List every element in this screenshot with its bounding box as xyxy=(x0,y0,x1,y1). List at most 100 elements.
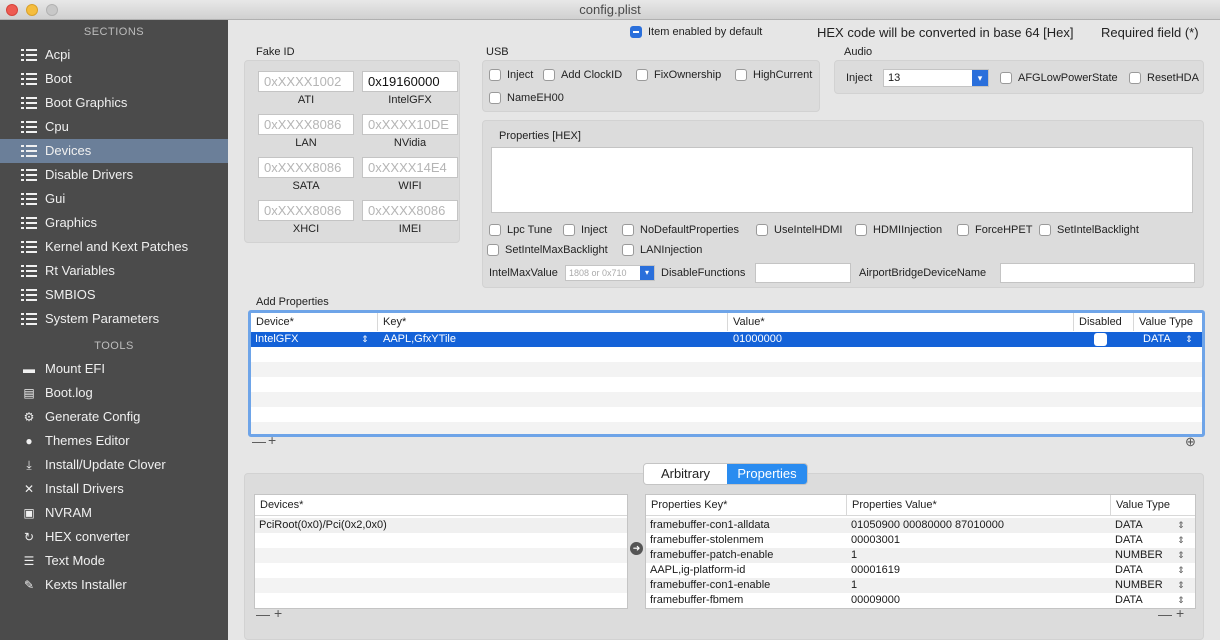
tool-item-install-update-clover[interactable]: ⤓ Install/Update Clover xyxy=(0,453,228,477)
tool-item-boot-log[interactable]: ▤ Boot.log xyxy=(0,381,228,405)
updown-icon[interactable]: ⇕ xyxy=(361,335,369,344)
setintelbacklight-checkbox[interactable]: SetIntelBacklight xyxy=(1039,224,1139,236)
column-properties-key[interactable]: Properties Key* xyxy=(646,495,847,516)
fake-id-imei-input[interactable]: 0xXXXX8086 xyxy=(362,200,458,221)
updown-icon[interactable]: ⇕ xyxy=(1177,536,1185,545)
usb-inject-checkbox[interactable]: Inject xyxy=(489,69,533,81)
tool-item-themes-editor[interactable]: ● Themes Editor xyxy=(0,429,228,453)
updown-icon[interactable]: ⇕ xyxy=(1177,566,1185,575)
sidebar-item-devices[interactable]: Devices xyxy=(0,139,228,163)
minimize-window-button[interactable] xyxy=(26,4,38,16)
column-disabled[interactable]: Disabled xyxy=(1074,313,1134,331)
sidebar-item-system-parameters[interactable]: System Parameters xyxy=(0,307,228,331)
fake-id-nvidia-input[interactable]: 0xXXXX10DE xyxy=(362,114,458,135)
table-row[interactable]: PciRoot(0x0)/Pci(0x2,0x0) xyxy=(255,518,627,533)
setintelmaxbacklight-checkbox[interactable]: SetIntelMaxBacklight xyxy=(487,244,608,256)
add-device-button[interactable]: + xyxy=(274,605,282,621)
column-value-type[interactable]: Value Type xyxy=(1134,313,1202,331)
nodefaultproperties-checkbox[interactable]: NoDefaultProperties xyxy=(622,224,739,236)
forcehpet-checkbox[interactable]: ForceHPET xyxy=(957,224,1032,236)
hdmiinjection-checkbox[interactable]: HDMIInjection xyxy=(855,224,942,236)
properties-table[interactable]: Properties Key* Properties Value* Value … xyxy=(645,494,1196,609)
column-key[interactable]: Key* xyxy=(378,313,728,331)
column-devices[interactable]: Devices* xyxy=(255,495,627,516)
usb-fixownership-checkbox[interactable]: FixOwnership xyxy=(636,69,721,81)
devices-table[interactable]: Devices* PciRoot(0x0)/Pci(0x2,0x0) xyxy=(254,494,628,609)
tool-item-mount-efi[interactable]: ▬ Mount EFI xyxy=(0,357,228,381)
list-icon xyxy=(20,48,38,62)
table-row[interactable]: framebuffer-con1-alldata 01050900 0008000… xyxy=(646,518,1195,533)
intelmaxvalue-select[interactable]: 1808 or 0x710 ▾ xyxy=(565,265,655,281)
close-window-button[interactable] xyxy=(6,4,18,16)
table-row[interactable]: framebuffer-fbmem 00009000 DATA ⇕ xyxy=(646,593,1195,608)
updown-icon[interactable]: ⇕ xyxy=(1177,551,1185,560)
laninjection-checkbox[interactable]: LANInjection xyxy=(622,244,702,256)
properties-inject-checkbox[interactable]: Inject xyxy=(563,224,607,236)
column-properties-type[interactable]: Value Type xyxy=(1111,495,1195,516)
table-row[interactable]: framebuffer-con1-enable 1 NUMBER ⇕ xyxy=(646,578,1195,593)
table-row[interactable]: framebuffer-patch-enable 1 NUMBER ⇕ xyxy=(646,548,1195,563)
zoom-window-button[interactable] xyxy=(46,4,58,16)
table-row[interactable]: AAPL,ig-platform-id 00001619 DATA ⇕ xyxy=(646,563,1195,578)
sidebar-item-boot[interactable]: Boot xyxy=(0,67,228,91)
updown-icon[interactable]: ⇕ xyxy=(1177,521,1185,530)
audio-inject-select[interactable]: 13 ▾ xyxy=(883,69,989,87)
updown-icon[interactable]: ⇕ xyxy=(1177,581,1185,590)
table-row[interactable]: framebuffer-stolenmem 00003001 DATA ⇕ xyxy=(646,533,1195,548)
tool-item-generate-config[interactable]: ⚙ Generate Config xyxy=(0,405,228,429)
sidebar-item-label: Acpi xyxy=(45,47,71,62)
airportbridge-input[interactable] xyxy=(1000,263,1195,283)
updown-icon[interactable]: ⇕ xyxy=(1177,596,1185,605)
resize-icon[interactable]: ⊕ xyxy=(1185,434,1196,450)
tool-item-hex-converter[interactable]: ↻ HEX converter xyxy=(0,525,228,549)
sidebar-item-acpi[interactable]: Acpi xyxy=(0,43,228,67)
sidebar-item-disable-drivers[interactable]: Disable Drivers xyxy=(0,163,228,187)
segment-properties[interactable]: Properties xyxy=(727,464,807,484)
lpc-tune-checkbox[interactable]: Lpc Tune xyxy=(489,224,552,236)
fake-id-xhci-input[interactable]: 0xXXXX8086 xyxy=(258,200,354,221)
fake-id-nvidia-label: NVidia xyxy=(393,137,427,149)
sidebar-item-rt-variables[interactable]: Rt Variables xyxy=(0,259,228,283)
table-row[interactable]: IntelGFX ⇕ AAPL,GfxYTile 01000000 DATA ⇕ xyxy=(251,332,1202,347)
remove-prop-button[interactable]: — xyxy=(1158,606,1172,622)
arrow-right-icon[interactable]: ➜ xyxy=(630,542,643,555)
usb-highcurrent-checkbox[interactable]: HighCurrent xyxy=(735,69,812,81)
audio-afglowpowerstate-checkbox[interactable]: AFGLowPowerState xyxy=(1000,72,1118,84)
column-properties-value[interactable]: Properties Value* xyxy=(847,495,1111,516)
sidebar-item-smbios[interactable]: SMBIOS xyxy=(0,283,228,307)
disabled-checkbox[interactable] xyxy=(1094,333,1107,346)
updown-icon[interactable]: ⇕ xyxy=(1185,335,1193,344)
remove-device-button[interactable]: — xyxy=(256,606,270,622)
fake-id-xhci-label: XHCI xyxy=(292,223,320,235)
sidebar-item-boot-graphics[interactable]: Boot Graphics xyxy=(0,91,228,115)
sidebar-item-kernel-and-kext-patches[interactable]: Kernel and Kext Patches xyxy=(0,235,228,259)
sidebar-item-graphics[interactable]: Graphics xyxy=(0,211,228,235)
fake-id-wifi-input[interactable]: 0xXXXX14E4 xyxy=(362,157,458,178)
add-property-button[interactable]: + xyxy=(268,432,276,448)
audio-resethda-checkbox[interactable]: ResetHDA xyxy=(1129,72,1199,84)
fake-id-ati-input[interactable]: 0xXXXX1002 xyxy=(258,71,354,92)
usb-add-clockid-checkbox[interactable]: Add ClockID xyxy=(543,69,622,81)
column-device[interactable]: Device* xyxy=(251,313,378,331)
properties-hex-textarea[interactable] xyxy=(491,147,1193,213)
sidebar-item-gui[interactable]: Gui xyxy=(0,187,228,211)
usb-nameeh00-checkbox[interactable]: NameEH00 xyxy=(489,92,564,104)
column-value[interactable]: Value* xyxy=(728,313,1074,331)
sidebar-item-label: Devices xyxy=(45,143,92,158)
useintelhdmi-checkbox[interactable]: UseIntelHDMI xyxy=(756,224,842,236)
add-properties-table[interactable]: Device* Key* Value* Disabled Value Type … xyxy=(248,310,1205,437)
audio-title: Audio xyxy=(844,46,873,58)
remove-property-button[interactable]: — xyxy=(252,433,266,449)
fake-id-intelgfx-input[interactable]: 0x19160000 xyxy=(362,71,458,92)
disablefunctions-input[interactable] xyxy=(755,263,851,283)
sidebar-item-cpu[interactable]: Cpu xyxy=(0,115,228,139)
fake-id-sata-input[interactable]: 0xXXXX8086 xyxy=(258,157,354,178)
tool-item-install-drivers[interactable]: ✕ Install Drivers xyxy=(0,477,228,501)
tools-list: ▬ Mount EFI ▤ Boot.log ⚙ Generate Config ● Them… xyxy=(0,357,228,597)
add-prop-button[interactable]: + xyxy=(1176,605,1184,621)
tool-item-nvram[interactable]: ▣ NVRAM xyxy=(0,501,228,525)
tool-item-kexts-installer[interactable]: ✎ Kexts Installer xyxy=(0,573,228,597)
segment-arbitrary[interactable]: Arbitrary xyxy=(644,464,727,484)
tool-item-text-mode[interactable]: ☰ Text Mode xyxy=(0,549,228,573)
fake-id-lan-input[interactable]: 0xXXXX8086 xyxy=(258,114,354,135)
